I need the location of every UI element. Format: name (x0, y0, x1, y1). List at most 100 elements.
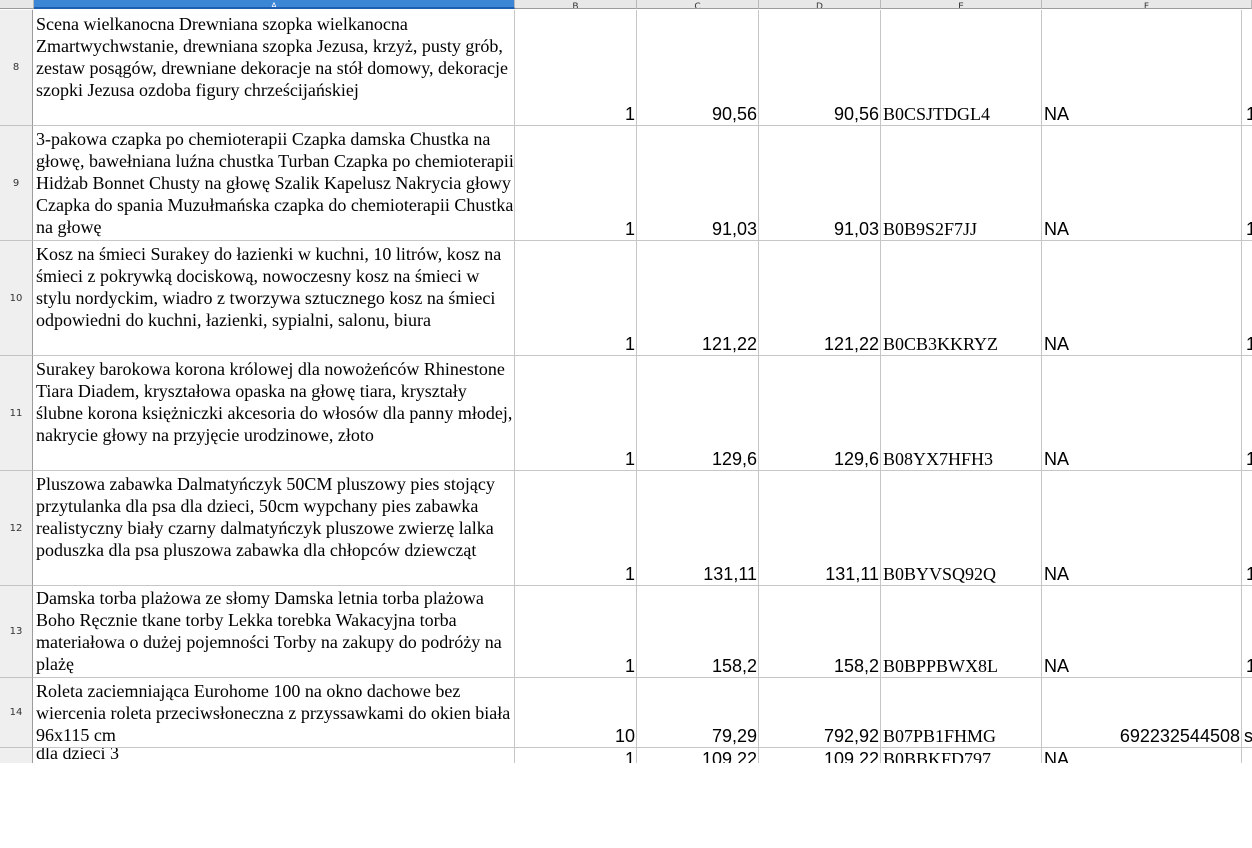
asin-value: B0BYVSQ92Q (883, 564, 997, 584)
product-name-cell[interactable]: Kosz na śmieci Surakey do łazienki w kuc… (33, 241, 515, 356)
asin-cell[interactable]: B0B9S2F7JJ (881, 126, 1042, 241)
row-header[interactable]: 9 (0, 126, 33, 241)
unit-price-cell[interactable]: 90,56 (637, 10, 759, 126)
ean-cell[interactable]: NA (1042, 10, 1242, 126)
ean-cell[interactable]: NA (1042, 748, 1242, 763)
column-g-cell[interactable]: 1 (1242, 126, 1252, 241)
product-name-cell[interactable]: Surakey barokowa korona królowej dla now… (33, 356, 515, 471)
quantity-value: 1 (624, 656, 635, 676)
total-price-cell[interactable]: 90,56 (759, 10, 881, 126)
ean-cell[interactable]: NA (1042, 241, 1242, 356)
ean-cell[interactable]: NA (1042, 471, 1242, 586)
column-g-value: 1 (1246, 655, 1252, 677)
column-g-cell[interactable]: s (1242, 678, 1252, 748)
asin-cell[interactable]: B0CB3KKRYZ (881, 241, 1042, 356)
ean-value: NA (1044, 219, 1070, 239)
column-g-cell[interactable]: 1 (1242, 586, 1252, 678)
asin-value: B07PB1FHMG (883, 726, 997, 746)
quantity-cell[interactable]: 1 (515, 241, 637, 356)
product-name-cell[interactable]: Damska torba plażowa ze słomy Damska let… (33, 586, 515, 678)
ean-cell[interactable]: NA (1042, 126, 1242, 241)
asin-cell[interactable]: B0CSJTDGL4 (881, 10, 1042, 126)
quantity-value: 1 (624, 749, 635, 763)
total-price-value: 131,11 (825, 564, 879, 584)
quantity-value: 10 (614, 726, 635, 746)
column-g-value: 1 (1246, 218, 1252, 240)
ean-value: NA (1044, 656, 1070, 676)
asin-cell[interactable]: B0BPPBWX8L (881, 586, 1042, 678)
column-g-value: 1 (1246, 333, 1252, 355)
row-header[interactable] (0, 748, 33, 763)
unit-price-cell[interactable]: 121,22 (637, 241, 759, 356)
total-price-cell[interactable]: 131,11 (759, 471, 881, 586)
unit-price-value: 91,03 (711, 219, 757, 239)
product-name-cell[interactable]: Scena wielkanocna Drewniana szopka wielk… (33, 10, 515, 126)
row-header[interactable]: 8 (0, 10, 33, 126)
ean-cell[interactable]: NA (1042, 586, 1242, 678)
column-header-f[interactable]: F (1042, 0, 1252, 9)
row-header[interactable]: 13 (0, 586, 33, 678)
column-header-d[interactable]: D (759, 0, 881, 9)
product-name-cell[interactable]: 3-pakowa czapka po chemioterapii Czapka … (33, 126, 515, 241)
total-price-value: 109,22 (823, 749, 879, 763)
product-name-value: dla dzieci 3 (36, 748, 119, 763)
ean-cell[interactable]: NA (1042, 356, 1242, 471)
total-price-value: 91,03 (833, 219, 879, 239)
unit-price-cell[interactable]: 79,29 (637, 678, 759, 748)
total-price-value: 158,2 (833, 656, 879, 676)
quantity-cell[interactable]: 1 (515, 471, 637, 586)
product-name-cell[interactable]: Roleta zaciemniająca Eurohome 100 na okn… (33, 678, 515, 748)
ean-cell[interactable]: 692232544508 (1042, 678, 1242, 748)
total-price-cell[interactable]: 121,22 (759, 241, 881, 356)
unit-price-value: 131,11 (703, 564, 757, 584)
total-price-cell[interactable]: 91,03 (759, 126, 881, 241)
unit-price-cell[interactable]: 131,11 (637, 471, 759, 586)
corner-select-all[interactable] (0, 0, 34, 9)
row-header[interactable]: 12 (0, 471, 33, 586)
ean-value: NA (1044, 449, 1070, 469)
unit-price-value: 90,56 (711, 104, 757, 124)
column-header-a[interactable]: A (34, 0, 515, 9)
asin-cell[interactable]: B0BYVSQ92Q (881, 471, 1042, 586)
asin-value: B0B9S2F7JJ (883, 219, 978, 239)
asin-cell[interactable]: B07PB1FHMG (881, 678, 1042, 748)
asin-cell[interactable]: B08YX7HFH3 (881, 356, 1042, 471)
unit-price-cell[interactable]: 158,2 (637, 586, 759, 678)
quantity-cell[interactable]: 1 (515, 126, 637, 241)
product-name-cell[interactable]: Pluszowa zabawka Dalmatyńczyk 50CM plusz… (33, 471, 515, 586)
column-header-b[interactable]: B (515, 0, 637, 9)
column-g-value: s (1244, 725, 1252, 747)
row-header[interactable]: 11 (0, 356, 33, 471)
unit-price-value: 158,2 (711, 656, 757, 676)
quantity-cell[interactable]: 1 (515, 10, 637, 126)
row-header[interactable]: 10 (0, 241, 33, 356)
asin-value: B0BBKFD797 (883, 749, 992, 763)
quantity-cell[interactable]: 1 (515, 356, 637, 471)
column-g-value: 1 (1246, 448, 1252, 470)
quantity-cell[interactable]: 10 (515, 678, 637, 748)
total-price-cell[interactable]: 158,2 (759, 586, 881, 678)
unit-price-cell[interactable]: 109,22 (637, 748, 759, 763)
quantity-cell[interactable]: 1 (515, 586, 637, 678)
total-price-cell[interactable]: 129,6 (759, 356, 881, 471)
total-price-cell[interactable]: 109,22 (759, 748, 881, 763)
unit-price-value: 129,6 (711, 449, 757, 469)
column-g-value: 1 (1246, 563, 1252, 585)
column-g-cell[interactable] (1242, 748, 1252, 763)
row-header[interactable]: 14 (0, 678, 33, 748)
column-header-c[interactable]: C (637, 0, 759, 9)
column-g-cell[interactable]: 1 (1242, 356, 1252, 471)
column-header-e[interactable]: E (881, 0, 1042, 9)
quantity-cell[interactable]: 1 (515, 748, 637, 763)
column-g-cell[interactable]: 1 (1242, 10, 1252, 126)
asin-cell[interactable]: B0BBKFD797 (881, 748, 1042, 763)
unit-price-cell[interactable]: 129,6 (637, 356, 759, 471)
total-price-cell[interactable]: 792,92 (759, 678, 881, 748)
asin-value: B0CSJTDGL4 (883, 104, 991, 124)
column-g-cell[interactable]: 1 (1242, 241, 1252, 356)
unit-price-cell[interactable]: 91,03 (637, 126, 759, 241)
column-g-cell[interactable]: 1 (1242, 471, 1252, 586)
asin-value: B08YX7HFH3 (883, 449, 994, 469)
column-g-value: 1 (1246, 103, 1252, 125)
product-name-cell[interactable]: dla dzieci 3 (33, 748, 515, 763)
